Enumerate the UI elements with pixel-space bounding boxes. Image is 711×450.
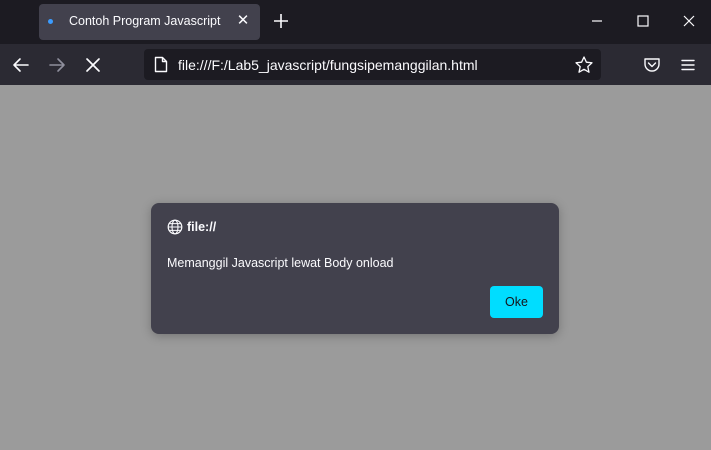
globe-icon (167, 219, 183, 235)
maximize-button[interactable] (633, 11, 653, 31)
url-text[interactable]: file:///F:/Lab5_javascript/fungsipemangg… (178, 57, 478, 73)
forward-button[interactable] (46, 54, 68, 76)
pocket-icon (644, 58, 660, 72)
tab-close-button[interactable]: ✕ (236, 13, 250, 29)
dialog-message: Memanggil Javascript lewat Body onload (167, 256, 394, 270)
minimize-button[interactable] (587, 11, 607, 31)
arrow-right-icon (49, 58, 65, 72)
url-bar[interactable]: file:///F:/Lab5_javascript/fungsipemangg… (144, 49, 601, 80)
hamburger-menu-icon (681, 59, 695, 71)
alert-dialog: file:// Memanggil Javascript lewat Body … (151, 203, 559, 334)
navigation-toolbar: file:///F:/Lab5_javascript/fungsipemangg… (0, 44, 711, 85)
minimize-icon (592, 20, 602, 22)
pocket-button[interactable] (641, 54, 663, 76)
window-close-button[interactable] (679, 11, 699, 31)
arrow-left-icon (13, 58, 29, 72)
tab-active[interactable]: Contoh Program Javascript ✕ (39, 4, 260, 40)
page-icon (154, 56, 168, 73)
app-menu-button[interactable] (677, 54, 699, 76)
loading-dot-icon (48, 19, 53, 24)
maximize-icon (637, 15, 649, 27)
page-content-overlay: file:// Memanggil Javascript lewat Body … (0, 85, 711, 450)
tab-title: Contoh Program Javascript (69, 14, 221, 28)
close-icon (683, 15, 695, 27)
back-button[interactable] (10, 54, 32, 76)
bookmark-button[interactable] (574, 55, 594, 75)
stop-x-icon (86, 58, 100, 72)
stop-loading-button[interactable] (82, 54, 104, 76)
star-icon (575, 56, 593, 73)
new-tab-button[interactable] (272, 11, 290, 31)
dialog-origin: file:// (187, 220, 217, 234)
tab-strip: Contoh Program Javascript ✕ (0, 0, 711, 44)
plus-icon (274, 14, 288, 28)
ok-button[interactable]: Oke (490, 286, 543, 318)
